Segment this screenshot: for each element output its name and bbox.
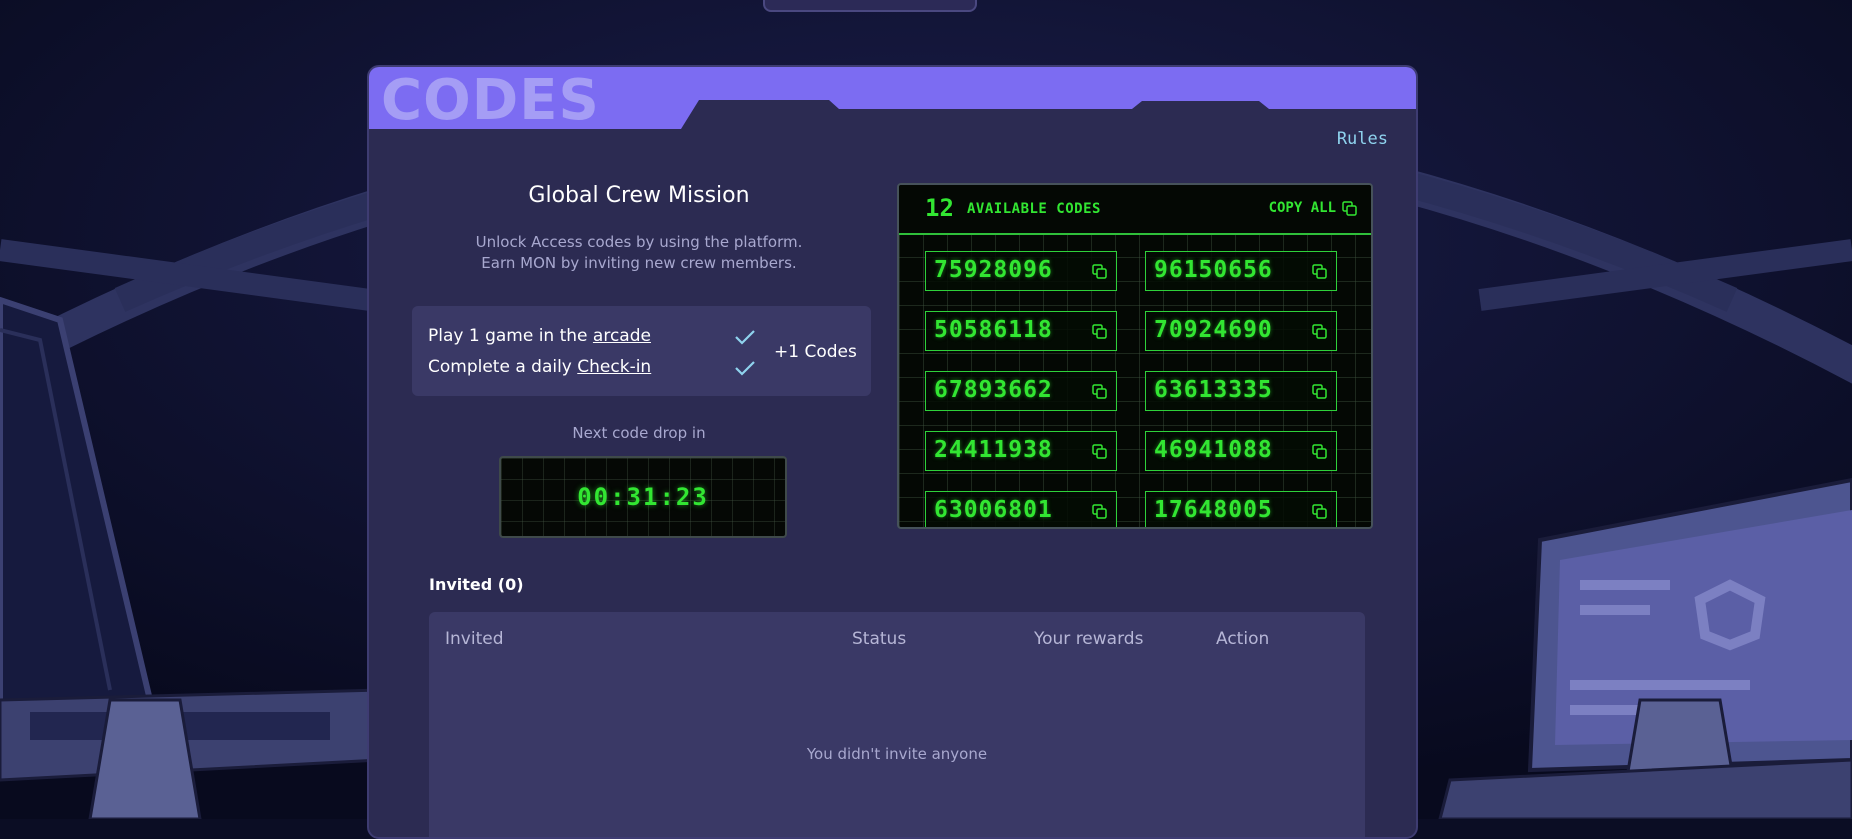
task-arcade: Play 1 game in the arcade bbox=[428, 326, 651, 346]
mission-desc-line-2: Earn MON by inviting new crew members. bbox=[481, 254, 797, 272]
copy-icon[interactable] bbox=[1312, 324, 1327, 339]
code-value: 17648005 bbox=[1154, 497, 1273, 523]
column-header-invited: Invited bbox=[445, 629, 504, 649]
task-text: Complete a daily bbox=[428, 357, 578, 377]
code-item[interactable]: 67893662 bbox=[925, 371, 1117, 411]
code-value: 67893662 bbox=[934, 377, 1053, 403]
copy-icon[interactable] bbox=[1092, 504, 1107, 519]
top-tab-handle bbox=[763, 0, 977, 12]
rules-link[interactable]: Rules bbox=[1337, 129, 1388, 149]
code-value: 50586118 bbox=[934, 317, 1053, 343]
task-check-in: Complete a daily Check-in bbox=[428, 357, 651, 377]
available-codes-label: AVAILABLE CODES bbox=[967, 201, 1101, 217]
check-icon bbox=[735, 330, 755, 345]
code-value: 63006801 bbox=[934, 497, 1053, 523]
copy-icon[interactable] bbox=[1312, 384, 1327, 399]
code-value: 24411938 bbox=[934, 437, 1053, 463]
code-item[interactable]: 46941088 bbox=[1145, 431, 1337, 471]
code-value: 70924690 bbox=[1154, 317, 1273, 343]
timer-value: 00:31:23 bbox=[577, 483, 709, 511]
mission-description: Unlock Access codes by using the platfor… bbox=[429, 232, 849, 274]
panel-title: CODES bbox=[381, 68, 600, 133]
codes-count: 12 bbox=[925, 194, 954, 222]
codes-terminal: 12 AVAILABLE CODES COPY ALL 75928096 9615… bbox=[897, 183, 1373, 529]
copy-icon[interactable] bbox=[1092, 444, 1107, 459]
check-icon bbox=[735, 361, 755, 376]
code-item[interactable]: 24411938 bbox=[925, 431, 1117, 471]
arcade-link[interactable]: arcade bbox=[593, 326, 651, 346]
codes-header: 12 AVAILABLE CODES COPY ALL bbox=[899, 185, 1371, 235]
copy-icon[interactable] bbox=[1312, 504, 1327, 519]
mission-desc-line-1: Unlock Access codes by using the platfor… bbox=[475, 233, 803, 251]
copy-all-button[interactable]: COPY ALL bbox=[1269, 200, 1357, 216]
code-item[interactable]: 50586118 bbox=[925, 311, 1117, 351]
countdown-timer: 00:31:23 bbox=[499, 456, 787, 538]
code-item[interactable]: 63006801 bbox=[925, 491, 1117, 527]
copy-icon[interactable] bbox=[1092, 264, 1107, 279]
code-item[interactable]: 17648005 bbox=[1145, 491, 1337, 527]
mission-title: Global Crew Mission bbox=[528, 183, 750, 208]
next-drop-label: Next code drop in bbox=[572, 424, 706, 442]
code-value: 63613335 bbox=[1154, 377, 1273, 403]
code-item[interactable]: 75928096 bbox=[925, 251, 1117, 291]
code-value: 75928096 bbox=[934, 257, 1053, 283]
code-value: 96150656 bbox=[1154, 257, 1273, 283]
copy-icon[interactable] bbox=[1312, 444, 1327, 459]
copy-icon[interactable] bbox=[1092, 384, 1107, 399]
check-in-link[interactable]: Check-in bbox=[577, 357, 651, 377]
empty-state-text: You didn't invite anyone bbox=[806, 745, 988, 763]
copy-icon[interactable] bbox=[1092, 324, 1107, 339]
copy-all-label: COPY ALL bbox=[1268, 200, 1336, 216]
code-item[interactable]: 70924690 bbox=[1145, 311, 1337, 351]
column-header-status: Status bbox=[852, 629, 907, 649]
code-item[interactable]: 96150656 bbox=[1145, 251, 1337, 291]
invited-count-label: Invited (0) bbox=[429, 575, 524, 594]
reward-label: +1 Codes bbox=[774, 342, 857, 362]
invited-table: Invited Status Your rewards Action You d… bbox=[429, 612, 1365, 837]
code-value: 46941088 bbox=[1154, 437, 1273, 463]
tasks-box: Play 1 game in the arcade Complete a dai… bbox=[412, 306, 871, 396]
column-header-rewards: Your rewards bbox=[1034, 629, 1144, 649]
codes-panel: CODES Rules Global Crew Mission Unlock A… bbox=[367, 65, 1418, 839]
copy-icon bbox=[1342, 200, 1357, 216]
column-header-action: Action bbox=[1216, 629, 1270, 649]
task-text: Play 1 game in the bbox=[428, 326, 593, 346]
copy-icon[interactable] bbox=[1312, 264, 1327, 279]
code-item[interactable]: 63613335 bbox=[1145, 371, 1337, 411]
